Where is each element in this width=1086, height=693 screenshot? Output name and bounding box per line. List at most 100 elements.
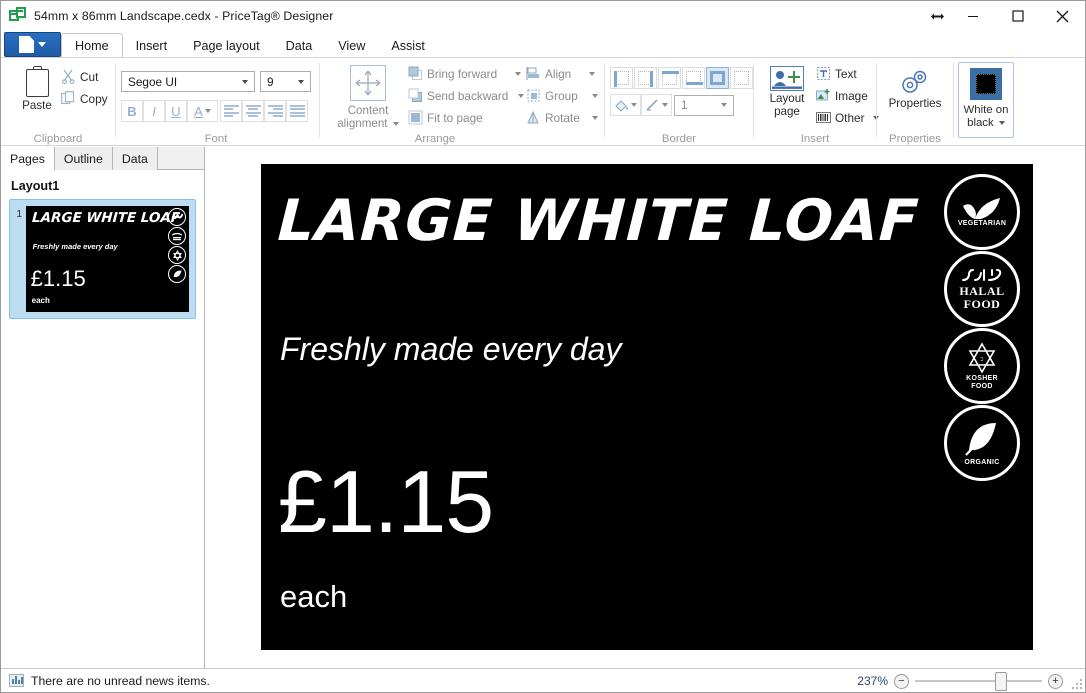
tab-data[interactable]: Data — [273, 33, 326, 58]
left-panel-tabs: Pages Outline Data — [1, 147, 204, 171]
rotate-icon — [526, 110, 541, 125]
theme-label-line1: White on — [963, 104, 1009, 116]
chevron-down-icon — [589, 71, 596, 76]
zoom-slider[interactable] — [915, 671, 1042, 691]
ribbon: Paste Cut Copy Clipboard Segoe UI 9 B I … — [1, 57, 1085, 146]
rotate-label: Rotate — [545, 110, 580, 125]
group-label: Group — [545, 88, 578, 103]
chevron-down-icon — [392, 122, 399, 127]
zoom-out-button[interactable]: − — [894, 673, 909, 689]
text-box-icon — [816, 66, 831, 81]
border-style-toolbar — [610, 67, 753, 89]
properties-button[interactable]: Properties — [881, 68, 949, 111]
kosher-badge-label-line1: KOSHER — [966, 375, 998, 383]
insert-other-button[interactable]: Other — [816, 110, 879, 125]
copy-button[interactable]: Copy — [61, 91, 108, 106]
insert-text-label: Text — [835, 66, 857, 81]
tab-home[interactable]: Home — [61, 33, 123, 59]
tab-insert[interactable]: Insert — [123, 33, 181, 58]
left-tab-outline[interactable]: Outline — [54, 147, 113, 170]
align-label: Align — [545, 66, 572, 81]
align-center-button[interactable] — [242, 100, 264, 122]
pricetag-designer-window: 54mm x 86mm Landscape.cedx - PriceTag® D… — [0, 0, 1086, 693]
properties-group-label: Properties — [889, 133, 941, 145]
content-alignment-button[interactable]: Content alignment — [332, 65, 404, 131]
label-subtitle-text[interactable]: Freshly made every day — [280, 331, 621, 368]
align-left-button[interactable] — [220, 100, 242, 122]
zoom-in-button[interactable]: + — [1048, 673, 1063, 689]
tab-assist[interactable]: Assist — [378, 33, 438, 58]
group-button[interactable]: Group — [526, 88, 598, 103]
vegetarian-badge-label: VEGETARIAN — [957, 219, 1007, 227]
insert-group-label: Insert — [800, 133, 830, 145]
dietary-badges: VEGETARIAN HALAL FOOD כ KOSHER FOOD ORGA… — [944, 174, 1020, 482]
tab-view[interactable]: View — [325, 33, 378, 58]
zoom-percent-label: 237% — [857, 674, 888, 688]
page-thumbnail-item[interactable]: 1 LARGE WHITE LOAF Freshly made every da… — [9, 199, 196, 319]
border-format-toolbar: 1 — [610, 94, 734, 116]
border-left-button[interactable] — [610, 67, 633, 89]
paste-button[interactable]: Paste — [13, 66, 61, 113]
border-width-value: 1 — [681, 98, 688, 112]
thumb-subtitle: Freshly made every day — [32, 242, 118, 251]
design-canvas[interactable]: LARGE WHITE LOAF Freshly made every day … — [206, 147, 1085, 668]
underline-button[interactable]: U — [165, 100, 187, 122]
rotate-button[interactable]: Rotate — [526, 110, 598, 125]
label-title-text[interactable]: LARGE WHITE LOAF — [276, 185, 940, 257]
close-button[interactable] — [1040, 1, 1085, 31]
label-unit-text[interactable]: each — [280, 579, 347, 615]
left-tab-data[interactable]: Data — [112, 147, 158, 170]
cut-button[interactable]: Cut — [61, 69, 98, 85]
chevron-down-icon — [721, 103, 727, 107]
layout-page-icon — [770, 66, 804, 91]
border-right-button[interactable] — [634, 67, 657, 89]
align-button[interactable]: Align — [526, 66, 596, 81]
align-right-button[interactable] — [264, 100, 286, 122]
font-family-select[interactable]: Segoe UI — [121, 71, 255, 92]
organic-badge[interactable]: ORGANIC — [944, 405, 1020, 481]
star-of-david-icon: כ — [968, 342, 996, 374]
insert-image-button[interactable]: Image — [816, 88, 868, 103]
fit-to-page-button[interactable]: Fit to page — [408, 110, 483, 125]
file-menu-button[interactable] — [4, 32, 61, 57]
font-size-select[interactable]: 9 — [260, 71, 311, 92]
layout-page-button[interactable]: Layout page — [760, 66, 814, 119]
bring-forward-button[interactable]: Bring forward — [408, 66, 522, 81]
minimize-button[interactable] — [950, 1, 995, 31]
insert-text-button[interactable]: Text — [816, 66, 857, 81]
content-alignment-icon — [350, 65, 386, 101]
svg-text:כ: כ — [981, 357, 984, 363]
theme-white-on-black-button[interactable]: White on black — [958, 62, 1014, 138]
align-justify-icon — [289, 105, 305, 117]
border-all-button[interactable] — [706, 67, 729, 89]
maximize-button[interactable] — [995, 1, 1040, 31]
zoom-slider-thumb[interactable] — [995, 671, 1007, 691]
arabic-halal-icon — [962, 269, 1002, 282]
window-title: 54mm x 86mm Landscape.cedx - PriceTag® D… — [34, 9, 334, 23]
title-bar: 54mm x 86mm Landscape.cedx - PriceTag® D… — [1, 1, 1085, 31]
label-price-text[interactable]: £1.15 — [278, 458, 494, 546]
tab-page-layout[interactable]: Page layout — [180, 33, 273, 58]
restore-size-icon[interactable] — [924, 12, 950, 21]
kosher-badge[interactable]: כ KOSHER FOOD — [944, 328, 1020, 404]
line-color-button[interactable] — [641, 94, 672, 116]
ribbon-group-theme: White on black — [954, 58, 1024, 146]
halal-badge[interactable]: HALAL FOOD — [944, 251, 1020, 327]
border-bottom-button[interactable] — [682, 67, 705, 89]
vegetarian-badge[interactable]: VEGETARIAN — [944, 174, 1020, 250]
bold-label: B — [127, 103, 137, 119]
send-backward-button[interactable]: Send backward — [408, 88, 525, 103]
resize-grip[interactable] — [1069, 676, 1082, 689]
align-justify-button[interactable] — [286, 100, 308, 122]
left-tab-pages[interactable]: Pages — [1, 147, 55, 171]
border-width-select[interactable]: 1 — [674, 94, 734, 116]
border-top-button[interactable] — [658, 67, 681, 89]
bold-button[interactable]: B — [121, 100, 143, 122]
border-none-button[interactable] — [730, 67, 753, 89]
fill-color-button[interactable] — [610, 94, 641, 116]
font-color-button[interactable]: A — [187, 100, 218, 122]
label-page[interactable]: LARGE WHITE LOAF Freshly made every day … — [261, 164, 1033, 650]
italic-button[interactable]: I — [143, 100, 165, 122]
thumb-halal-badge — [168, 227, 186, 245]
layout-page-label-line2: page — [774, 104, 800, 118]
